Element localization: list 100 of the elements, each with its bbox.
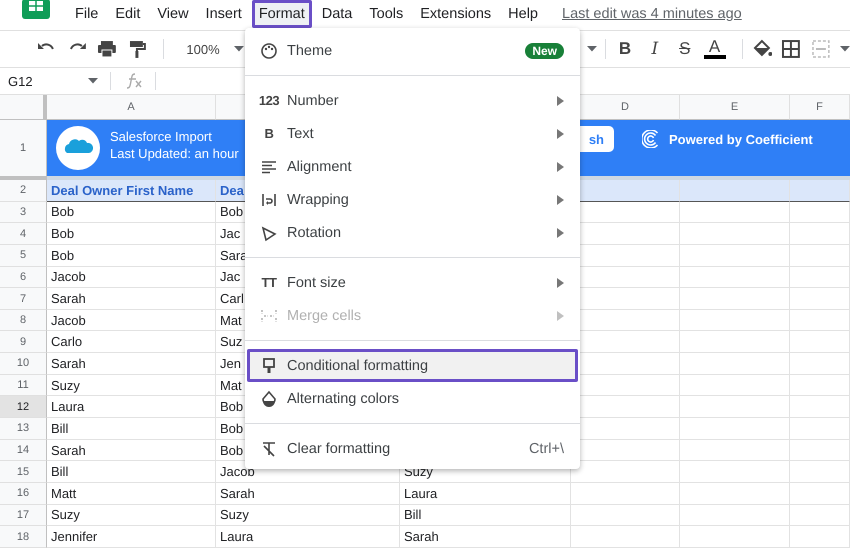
table-cell: Sarah bbox=[47, 288, 216, 310]
table-cell: Jacob bbox=[47, 266, 216, 288]
menu-item[interactable]: View bbox=[150, 0, 196, 28]
table-cell: Matt bbox=[47, 482, 216, 505]
table-cell: Laura bbox=[400, 482, 571, 505]
bold-button[interactable]: B bbox=[614, 37, 636, 61]
empty-cell bbox=[790, 310, 850, 332]
table-cell: Carlo bbox=[47, 331, 216, 354]
menu-item[interactable]: Format bbox=[252, 0, 312, 28]
empty-cell bbox=[790, 202, 850, 224]
row-header[interactable]: 6 bbox=[0, 266, 47, 288]
strikethrough-button[interactable]: S bbox=[674, 37, 696, 61]
banner-title: Salesforce Import bbox=[110, 128, 212, 145]
table-cell: Sarah bbox=[400, 526, 571, 548]
column-header[interactable]: A bbox=[47, 95, 216, 120]
format-icon: 123 bbox=[258, 93, 280, 108]
shortcut-text: Ctrl+\ bbox=[528, 440, 564, 456]
empty-cell bbox=[790, 374, 850, 396]
new-badge: New bbox=[525, 42, 564, 58]
empty-cell bbox=[790, 440, 850, 462]
submenu-arrow-icon bbox=[557, 96, 564, 106]
row-header[interactable]: 16 bbox=[0, 482, 47, 505]
table-cell: Suzy bbox=[216, 504, 400, 526]
table-cell: Jacob bbox=[47, 310, 216, 332]
row-header[interactable]: 3 bbox=[0, 202, 47, 224]
row-header[interactable]: 14 bbox=[0, 440, 47, 462]
empty-cell bbox=[790, 526, 850, 548]
menu-item[interactable]: Conditional formatting bbox=[247, 349, 578, 382]
submenu-arrow-icon bbox=[557, 128, 564, 138]
name-box[interactable]: G12 bbox=[8, 74, 88, 88]
empty-cell bbox=[790, 504, 850, 526]
row-header[interactable]: 11 bbox=[0, 374, 47, 396]
menu-item[interactable]: Tools bbox=[362, 0, 410, 28]
row-header[interactable]: 1 bbox=[0, 120, 47, 180]
row-header[interactable]: 8 bbox=[0, 310, 47, 332]
powered-by-text: Powered by Coefficient bbox=[669, 132, 813, 146]
row-header[interactable]: 9 bbox=[0, 331, 47, 354]
menu-item[interactable]: Theme New bbox=[247, 34, 578, 67]
caret-icon[interactable] bbox=[88, 78, 98, 84]
menu-item[interactable]: Insert bbox=[198, 0, 249, 28]
palette-icon bbox=[260, 42, 278, 60]
row-header[interactable]: 2 bbox=[0, 180, 47, 202]
row-header[interactable]: 13 bbox=[0, 418, 47, 440]
submenu-arrow-icon bbox=[557, 194, 564, 204]
row-header[interactable]: 18 bbox=[0, 526, 47, 548]
clear-format-icon bbox=[260, 440, 278, 458]
submenu-arrow-icon bbox=[557, 228, 564, 238]
row-header[interactable]: 7 bbox=[0, 288, 47, 310]
italic-button[interactable]: I bbox=[644, 37, 666, 61]
menu-item[interactable]: Data bbox=[314, 0, 360, 28]
sheets-logo-icon[interactable] bbox=[22, 0, 50, 19]
column-header[interactable]: E bbox=[680, 95, 790, 120]
format-icon: B bbox=[264, 126, 274, 141]
row-header[interactable]: 4 bbox=[0, 223, 47, 245]
empty-cell bbox=[790, 331, 850, 354]
zoom-select[interactable]: 100% bbox=[186, 42, 220, 56]
format-icon: TT bbox=[262, 275, 276, 290]
empty-cell bbox=[790, 223, 850, 245]
menu-item[interactable]: Edit bbox=[108, 0, 148, 28]
table-cell: Bill bbox=[400, 504, 571, 526]
empty-cell bbox=[790, 418, 850, 440]
table-cell: Sarah bbox=[47, 440, 216, 462]
submenu-arrow-icon bbox=[557, 278, 564, 288]
last-updated-text: Last Updated: an hour bbox=[110, 145, 239, 162]
menu-item[interactable]: Alignment bbox=[247, 150, 578, 183]
last-edit-link[interactable]: Last edit was 4 minutes ago bbox=[562, 6, 742, 22]
cloud-logo-icon bbox=[56, 126, 100, 170]
submenu-arrow-icon bbox=[557, 310, 564, 320]
borders-icon[interactable] bbox=[780, 38, 802, 60]
caret-icon[interactable] bbox=[587, 46, 598, 52]
empty-cell bbox=[790, 266, 850, 288]
empty-cell bbox=[790, 353, 850, 375]
drop-icon bbox=[260, 390, 278, 408]
table-cell: Suzy bbox=[47, 504, 216, 526]
submenu-arrow-icon bbox=[557, 162, 564, 172]
row-header[interactable]: 10 bbox=[0, 353, 47, 375]
table-cell: Bill bbox=[47, 461, 216, 483]
menu-item[interactable]: File bbox=[68, 0, 106, 28]
row-header[interactable]: 17 bbox=[0, 504, 47, 526]
format-roller-icon bbox=[260, 356, 278, 374]
rotate-icon bbox=[260, 224, 278, 242]
table-cell: Bob bbox=[47, 223, 216, 245]
empty-cell bbox=[790, 396, 850, 418]
empty-cell bbox=[790, 244, 850, 267]
menu-item[interactable]: Extensions bbox=[413, 0, 498, 28]
row-header[interactable]: 12 bbox=[0, 396, 47, 418]
row-header[interactable]: 15 bbox=[0, 461, 47, 483]
caret-icon[interactable] bbox=[840, 46, 850, 52]
empty-cell bbox=[790, 461, 850, 483]
table-cell: Sarah bbox=[47, 353, 216, 375]
menu-item[interactable]: Help bbox=[501, 0, 545, 28]
column-header[interactable]: F bbox=[790, 95, 850, 120]
text-color-button[interactable]: A bbox=[704, 39, 726, 59]
header-cell: Deal Owner First Name bbox=[47, 180, 216, 202]
table-cell: Bob bbox=[47, 202, 216, 224]
table-cell: Laura bbox=[47, 396, 216, 418]
caret-icon[interactable] bbox=[234, 46, 244, 52]
table-cell: Laura bbox=[216, 526, 400, 548]
row-header[interactable]: 5 bbox=[0, 244, 47, 267]
coefficient-logo-icon bbox=[642, 130, 659, 148]
